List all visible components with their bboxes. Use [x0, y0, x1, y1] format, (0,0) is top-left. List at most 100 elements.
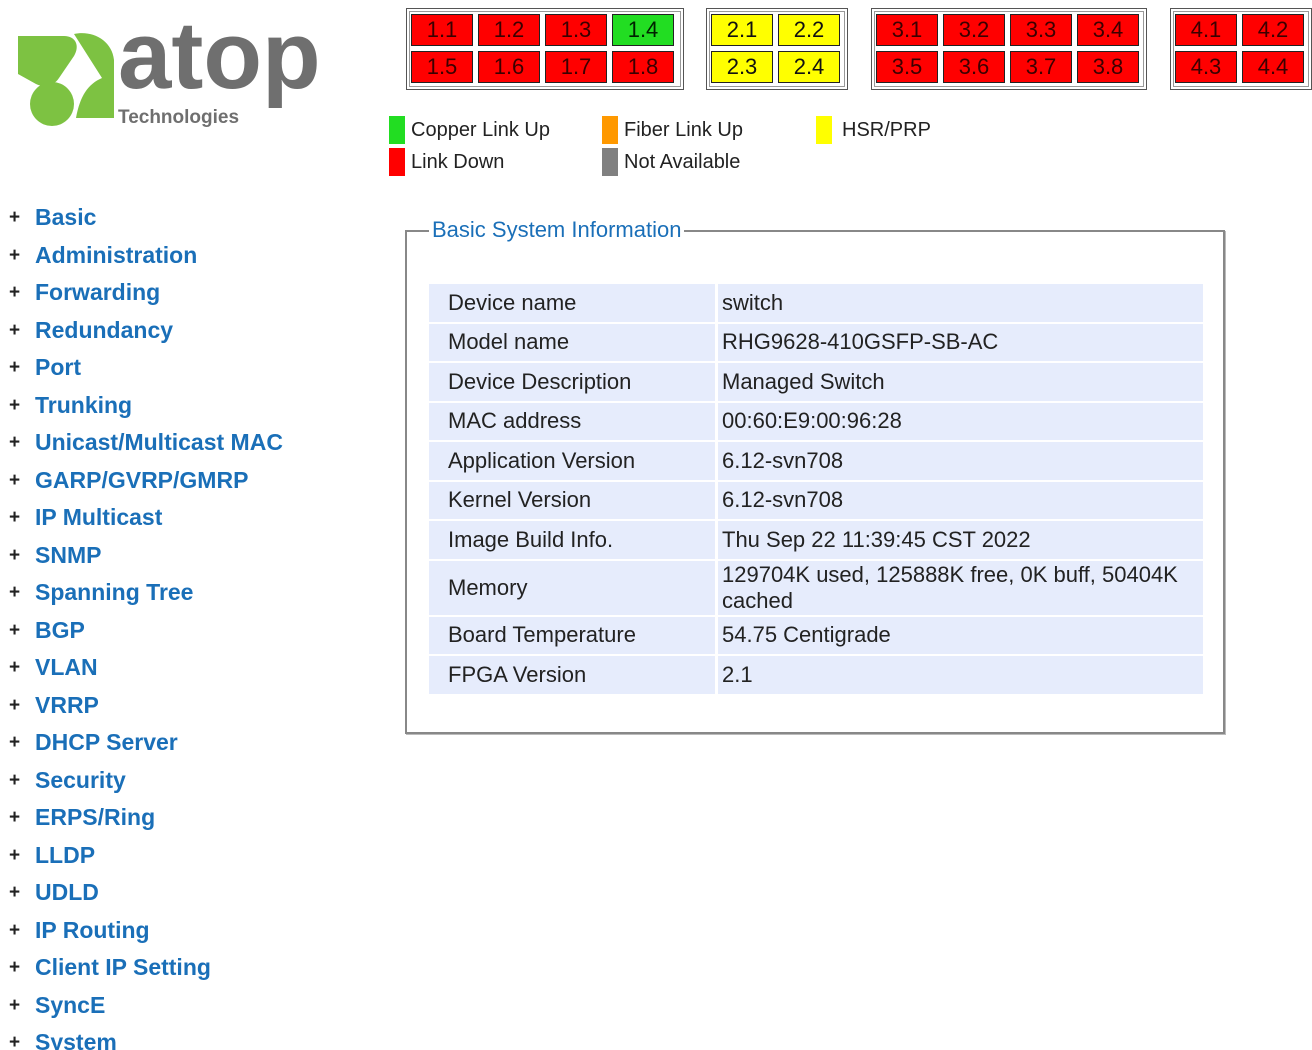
sidebar-item-garp-gvrp-gmrp[interactable]: + GARP/GVRP/GMRP	[0, 462, 330, 500]
info-value: Thu Sep 22 11:39:45 CST 2022	[718, 521, 1203, 559]
expand-plus-icon[interactable]: +	[9, 649, 20, 687]
sidebar-item-label[interactable]: DHCP Server	[35, 724, 178, 762]
port-2-3[interactable]: 2.3	[711, 51, 773, 83]
expand-plus-icon[interactable]: +	[9, 837, 20, 875]
expand-plus-icon[interactable]: +	[9, 912, 20, 950]
expand-plus-icon[interactable]: +	[9, 274, 20, 312]
port-1-7[interactable]: 1.7	[545, 51, 607, 83]
sidebar-item-label[interactable]: Spanning Tree	[35, 574, 193, 612]
sidebar-item-label[interactable]: LLDP	[35, 837, 95, 875]
sidebar-item-label[interactable]: IP Multicast	[35, 499, 162, 537]
sidebar-item-label[interactable]: VRRP	[35, 687, 99, 725]
port-4-3[interactable]: 4.3	[1175, 51, 1237, 83]
expand-plus-icon[interactable]: +	[9, 499, 20, 537]
sidebar-item-forwarding[interactable]: + Forwarding	[0, 274, 330, 312]
sidebar-item-bgp[interactable]: + BGP	[0, 612, 330, 650]
port-1-8[interactable]: 1.8	[612, 51, 674, 83]
expand-plus-icon[interactable]: +	[9, 462, 20, 500]
port-2-1[interactable]: 2.1	[711, 14, 773, 46]
sidebar-menu: + Basic + Administration + Forwarding + Redunda…	[0, 199, 330, 1050]
sidebar-item-label[interactable]: BGP	[35, 612, 85, 650]
port-2-4[interactable]: 2.4	[778, 51, 840, 83]
sidebar-item-security[interactable]: + Security	[0, 762, 330, 800]
expand-plus-icon[interactable]: +	[9, 424, 20, 462]
sidebar-item-snmp[interactable]: + SNMP	[0, 537, 330, 575]
sidebar-item-unicast-multicast-mac[interactable]: + Unicast/Multicast MAC	[0, 424, 330, 462]
expand-plus-icon[interactable]: +	[9, 799, 20, 837]
expand-plus-icon[interactable]: +	[9, 237, 20, 275]
sidebar-item-label[interactable]: Client IP Setting	[35, 949, 211, 987]
sidebar-item-erps-ring[interactable]: + ERPS/Ring	[0, 799, 330, 837]
sidebar-item-label[interactable]: GARP/GVRP/GMRP	[35, 462, 248, 500]
sidebar-item-basic[interactable]: + Basic	[0, 199, 330, 237]
expand-plus-icon[interactable]: +	[9, 874, 20, 912]
sidebar-item-spanning-tree[interactable]: + Spanning Tree	[0, 574, 330, 612]
sidebar-item-vlan[interactable]: + VLAN	[0, 649, 330, 687]
expand-plus-icon[interactable]: +	[9, 312, 20, 350]
expand-plus-icon[interactable]: +	[9, 537, 20, 575]
expand-plus-icon[interactable]: +	[9, 387, 20, 425]
sidebar-item-administration[interactable]: + Administration	[0, 237, 330, 275]
sidebar-item-label[interactable]: ERPS/Ring	[35, 799, 155, 837]
port-3-5[interactable]: 3.5	[876, 51, 938, 83]
sidebar-item-label[interactable]: Trunking	[35, 387, 132, 425]
port-group-4: 4.1 4.2 4.3 4.4	[1170, 8, 1312, 90]
sidebar-item-udld[interactable]: + UDLD	[0, 874, 330, 912]
legend-label: HSR/PRP	[842, 119, 931, 141]
expand-plus-icon[interactable]: +	[9, 762, 20, 800]
sidebar-item-dhcp-server[interactable]: + DHCP Server	[0, 724, 330, 762]
sidebar-item-label[interactable]: Security	[35, 762, 126, 800]
port-4-2[interactable]: 4.2	[1242, 14, 1304, 46]
sidebar-item-ip-routing[interactable]: + IP Routing	[0, 912, 330, 950]
table-row: MAC address 00:60:E9:00:96:28	[429, 402, 1203, 440]
sidebar-item-label[interactable]: Port	[35, 349, 81, 387]
sidebar-item-label[interactable]: Basic	[35, 199, 96, 237]
port-1-5[interactable]: 1.5	[411, 51, 473, 83]
sidebar-item-label[interactable]: Redundancy	[35, 312, 173, 350]
port-1-6[interactable]: 1.6	[478, 51, 540, 83]
expand-plus-icon[interactable]: +	[9, 949, 20, 987]
sidebar-item-redundancy[interactable]: + Redundancy	[0, 312, 330, 350]
expand-plus-icon[interactable]: +	[9, 612, 20, 650]
expand-plus-icon[interactable]: +	[9, 687, 20, 725]
sidebar-item-label[interactable]: Administration	[35, 237, 197, 275]
sidebar-item-synce[interactable]: + SyncE	[0, 987, 330, 1025]
expand-plus-icon[interactable]: +	[9, 349, 20, 387]
port-3-6[interactable]: 3.6	[943, 51, 1005, 83]
port-3-7[interactable]: 3.7	[1010, 51, 1072, 83]
sidebar-item-label[interactable]: UDLD	[35, 874, 99, 912]
expand-plus-icon[interactable]: +	[9, 1024, 20, 1050]
sidebar-item-label[interactable]: Forwarding	[35, 274, 160, 312]
expand-plus-icon[interactable]: +	[9, 987, 20, 1025]
expand-plus-icon[interactable]: +	[9, 199, 20, 237]
sidebar-item-ip-multicast[interactable]: + IP Multicast	[0, 499, 330, 537]
port-1-3[interactable]: 1.3	[545, 14, 607, 46]
sidebar-item-vrrp[interactable]: + VRRP	[0, 687, 330, 725]
port-3-2[interactable]: 3.2	[943, 14, 1005, 46]
sidebar-item-port[interactable]: + Port	[0, 349, 330, 387]
sidebar-item-system[interactable]: + System	[0, 1024, 330, 1050]
port-4-4[interactable]: 4.4	[1242, 51, 1304, 83]
port-1-1[interactable]: 1.1	[411, 14, 473, 46]
port-3-3[interactable]: 3.3	[1010, 14, 1072, 46]
sidebar-item-client-ip-setting[interactable]: + Client IP Setting	[0, 949, 330, 987]
sidebar-item-lldp[interactable]: + LLDP	[0, 837, 330, 875]
port-3-8[interactable]: 3.8	[1077, 51, 1139, 83]
port-2-2[interactable]: 2.2	[778, 14, 840, 46]
sidebar-item-label[interactable]: System	[35, 1024, 117, 1050]
sidebar-item-label[interactable]: Unicast/Multicast MAC	[35, 424, 283, 462]
expand-plus-icon[interactable]: +	[9, 724, 20, 762]
port-1-2[interactable]: 1.2	[478, 14, 540, 46]
sidebar-item-label[interactable]: IP Routing	[35, 912, 150, 950]
port-3-1[interactable]: 3.1	[876, 14, 938, 46]
info-key: Image Build Info.	[429, 521, 718, 559]
sidebar-item-label[interactable]: SNMP	[35, 537, 101, 575]
port-4-1[interactable]: 4.1	[1175, 14, 1237, 46]
sidebar-item-label[interactable]: VLAN	[35, 649, 98, 687]
port-3-4[interactable]: 3.4	[1077, 14, 1139, 46]
sidebar-item-label[interactable]: SyncE	[35, 987, 105, 1025]
expand-plus-icon[interactable]: +	[9, 574, 20, 612]
sidebar-item-trunking[interactable]: + Trunking	[0, 387, 330, 425]
port-1-4[interactable]: 1.4	[612, 14, 674, 46]
table-row: Application Version 6.12-svn708	[429, 442, 1203, 480]
